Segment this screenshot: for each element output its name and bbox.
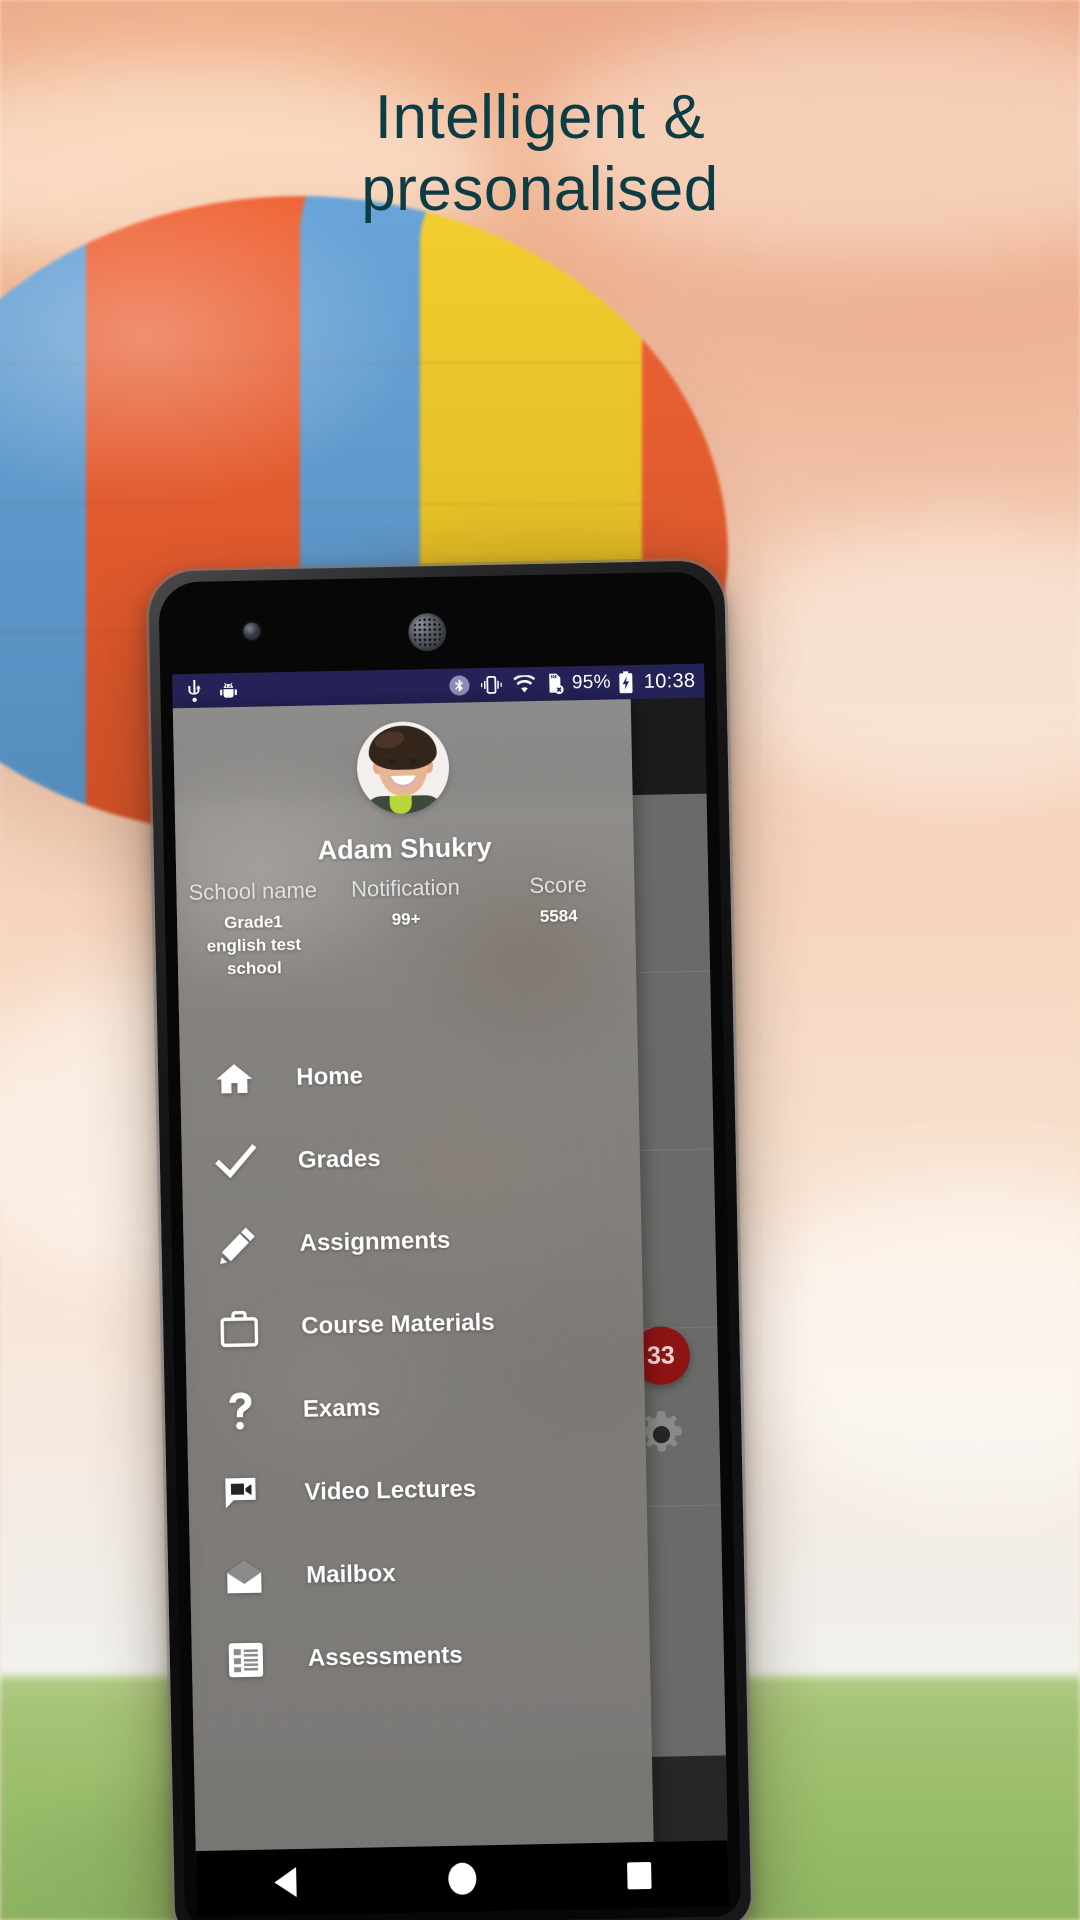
stat-value: Grade1 english test school	[206, 912, 302, 978]
drawer-item-exams[interactable]: Exams	[186, 1361, 646, 1453]
nav-home-button[interactable]	[427, 1858, 498, 1899]
briefcase-icon	[213, 1301, 266, 1354]
drawer-item-home[interactable]: Home	[179, 1029, 639, 1121]
drawer-item-assignments[interactable]: Assignments	[183, 1195, 643, 1287]
phone-screen: 95% 10:38 33 Adam Shukry School name Gra…	[172, 663, 729, 1873]
stat-label: Notification	[350, 874, 461, 902]
phone-mockup: 95% 10:38 33 Adam Shukry School name Gra…	[148, 560, 752, 1920]
drawer-item-label: Mailbox	[305, 1559, 396, 1589]
nav-recents-button[interactable]	[604, 1854, 675, 1895]
drawer-item-label: Assignments	[299, 1226, 451, 1257]
drawer-item-label: Home	[295, 1062, 364, 1091]
profile-stats: School name Grade1 english test school N…	[176, 871, 636, 981]
page-title: Intelligent & presonalised	[0, 82, 1080, 226]
drawer-item-mailbox[interactable]: Mailbox	[189, 1527, 649, 1619]
back-triangle-icon	[273, 1867, 297, 1898]
question-icon	[214, 1384, 267, 1437]
stat-label: Score	[529, 872, 588, 899]
video-camera-icon	[216, 1467, 269, 1520]
drawer-item-label: Video Lectures	[304, 1474, 477, 1506]
navigation-drawer: Adam Shukry School name Grade1 english t…	[172, 699, 655, 1873]
home-circle-icon	[448, 1862, 477, 1896]
wifi-icon	[512, 674, 535, 692]
envelope-icon	[218, 1550, 271, 1603]
avatar-photo	[356, 721, 450, 815]
drawer-item-label: Course Materials	[300, 1308, 495, 1340]
android-debug-icon	[220, 682, 237, 698]
status-bar-left-icons	[186, 679, 238, 703]
android-navigation-bar	[195, 1840, 729, 1918]
profile-name: Adam Shukry	[317, 831, 492, 866]
recents-square-icon	[627, 1861, 652, 1889]
stat-value: 5584	[539, 906, 578, 926]
phone-glass: 95% 10:38 33 Adam Shukry School name Gra…	[158, 571, 742, 1920]
stat-school-name: School name Grade1 english test school	[176, 877, 331, 981]
earpiece-speaker	[407, 612, 447, 652]
check-icon	[209, 1135, 262, 1188]
sdcard-off-icon	[548, 673, 564, 695]
drawer-item-course-materials[interactable]: Course Materials	[184, 1278, 644, 1370]
battery-percent: 95%	[571, 671, 612, 694]
stat-value: 99+	[391, 909, 421, 929]
vibrate-icon	[480, 675, 502, 694]
list-icon	[219, 1633, 272, 1686]
pencil-icon	[211, 1218, 264, 1271]
notification-badge-count: 33	[646, 1340, 676, 1370]
drawer-menu: Home Grades Assignments Course Materials…	[179, 1029, 650, 1702]
stat-score: Score 5584	[482, 871, 637, 975]
front-camera-icon	[243, 622, 261, 640]
bluetooth-icon	[448, 675, 469, 696]
home-icon	[208, 1052, 261, 1105]
drawer-item-label: Exams	[302, 1393, 381, 1423]
page-title-line1: Intelligent &	[374, 83, 706, 152]
stat-notification: Notification 99+	[329, 874, 484, 978]
drawer-item-label: Grades	[297, 1144, 381, 1174]
status-bar-right-icons: 95% 10:38	[448, 669, 696, 697]
page-title-line2: presonalised	[361, 154, 719, 224]
battery-charging-icon	[619, 670, 633, 693]
clock: 10:38	[643, 669, 696, 693]
stat-label: School name	[188, 877, 318, 906]
drawer-item-label: Assessments	[307, 1641, 463, 1672]
avatar[interactable]	[356, 720, 450, 815]
drawer-item-grades[interactable]: Grades	[181, 1112, 641, 1204]
drawer-item-video-lectures[interactable]: Video Lectures	[188, 1444, 648, 1536]
drawer-item-assessments[interactable]: Assessments	[191, 1610, 651, 1702]
usb-icon	[188, 679, 201, 703]
nav-back-button[interactable]	[250, 1862, 321, 1903]
